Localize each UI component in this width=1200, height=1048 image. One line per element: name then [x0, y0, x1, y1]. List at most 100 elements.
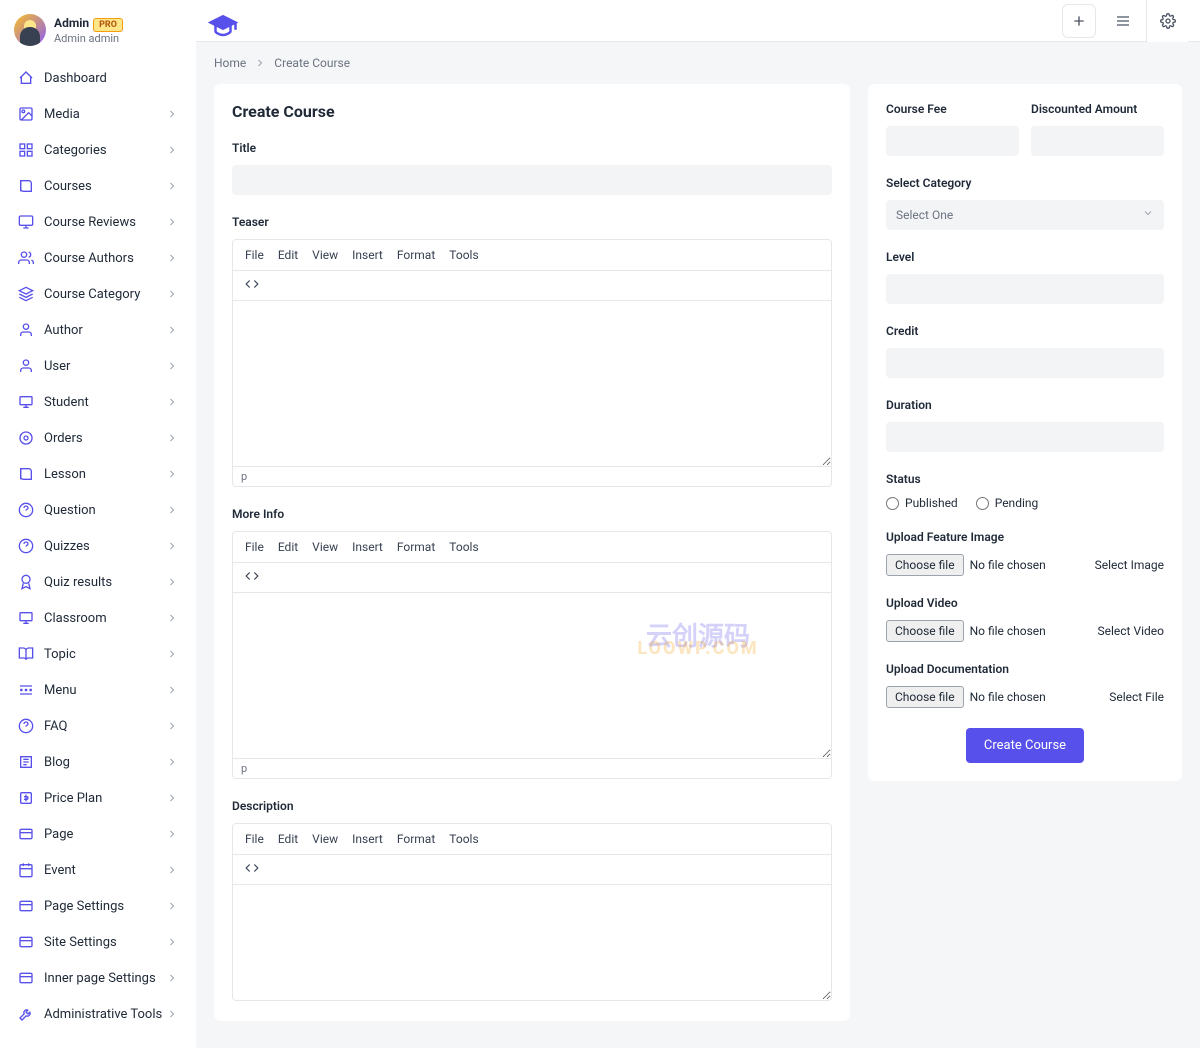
- chevron-right-icon: [166, 720, 178, 732]
- editor-menu-file[interactable]: File: [245, 540, 264, 554]
- sidebar-item-label: Price Plan: [44, 791, 102, 806]
- select-video-link[interactable]: Select Video: [1098, 624, 1165, 638]
- source-code-icon[interactable]: [245, 572, 259, 586]
- award-icon: [18, 574, 34, 590]
- editor-menu-insert[interactable]: Insert: [352, 248, 383, 262]
- editor-status: p: [233, 466, 831, 486]
- sidebar-item-quiz-results[interactable]: Quiz results: [10, 566, 186, 598]
- sidebar-item-faq[interactable]: FAQ: [10, 710, 186, 742]
- editor-menu-view[interactable]: View: [312, 248, 338, 262]
- level-input[interactable]: [886, 274, 1164, 304]
- source-code-icon[interactable]: [245, 280, 259, 294]
- sidebar-item-page[interactable]: Page: [10, 818, 186, 850]
- settings-button[interactable]: [1146, 0, 1188, 42]
- editor-menu-tools[interactable]: Tools: [449, 832, 478, 846]
- sidebar-item-user[interactable]: User: [10, 350, 186, 382]
- desc-editor: File Edit View Insert Format Tools: [232, 823, 832, 1001]
- home-icon: [18, 70, 34, 86]
- sidebar-item-label: Course Authors: [44, 251, 134, 266]
- sidebar-item-course-category[interactable]: Course Category: [10, 278, 186, 310]
- sidebar-item-lesson[interactable]: Lesson: [10, 458, 186, 490]
- choose-file-button[interactable]: Choose file: [886, 620, 964, 642]
- chevron-right-icon: [166, 252, 178, 264]
- status-pending[interactable]: Pending: [976, 496, 1039, 510]
- avatar[interactable]: [14, 14, 46, 46]
- sidebar-item-inner-page-settings[interactable]: Inner page Settings: [10, 962, 186, 994]
- editor-body[interactable]: [233, 885, 831, 1000]
- duration-label: Duration: [886, 398, 1164, 412]
- chevron-right-icon: [166, 900, 178, 912]
- submit-button[interactable]: Create Course: [966, 728, 1084, 763]
- chevron-right-icon: [166, 144, 178, 156]
- select-file-link[interactable]: Select File: [1109, 690, 1164, 704]
- sidebar-item-menu[interactable]: Menu: [10, 674, 186, 706]
- status-published[interactable]: Published: [886, 496, 958, 510]
- editor-menu-format[interactable]: Format: [397, 248, 435, 262]
- sidebar-item-student[interactable]: Student: [10, 386, 186, 418]
- sidebar-item-label: Lesson: [44, 467, 86, 482]
- sidebar-item-topic[interactable]: Topic: [10, 638, 186, 670]
- editor-menu-edit[interactable]: Edit: [278, 248, 298, 262]
- sidebar-item-price-plan[interactable]: Price Plan: [10, 782, 186, 814]
- editor-menu-edit[interactable]: Edit: [278, 540, 298, 554]
- sidebar-item-orders[interactable]: Orders: [10, 422, 186, 454]
- editor-menu-file[interactable]: File: [245, 832, 264, 846]
- category-select[interactable]: Select One: [886, 200, 1164, 230]
- present-icon: [18, 610, 34, 626]
- sidebar-item-dashboard[interactable]: Dashboard: [10, 62, 186, 94]
- title-label: Title: [232, 141, 832, 155]
- teaser-editor: File Edit View Insert Format Tools p: [232, 239, 832, 487]
- sidebar-item-author[interactable]: Author: [10, 314, 186, 346]
- sidebar-item-question[interactable]: Question: [10, 494, 186, 526]
- sidebar-item-label: Author: [44, 323, 83, 338]
- editor-menu-view[interactable]: View: [312, 832, 338, 846]
- credit-label: Credit: [886, 324, 1164, 338]
- sidebar-item-classroom[interactable]: Classroom: [10, 602, 186, 634]
- editor-body[interactable]: [233, 593, 831, 758]
- sidebar-item-blog[interactable]: Blog: [10, 746, 186, 778]
- disc-input[interactable]: [1031, 126, 1164, 156]
- editor-menu-edit[interactable]: Edit: [278, 832, 298, 846]
- sidebar-item-categories[interactable]: Categories: [10, 134, 186, 166]
- chevron-right-icon: [166, 612, 178, 624]
- sidebar-item-media[interactable]: Media: [10, 98, 186, 130]
- moreinfo-editor: FileEditViewInsertFormatTools p: [232, 531, 832, 779]
- editor-menu-insert[interactable]: Insert: [352, 832, 383, 846]
- editor-toolbar: [233, 563, 831, 593]
- editor-menu-view[interactable]: View: [312, 540, 338, 554]
- credit-input[interactable]: [886, 348, 1164, 378]
- sidebar-item-page-settings[interactable]: Page Settings: [10, 890, 186, 922]
- choose-file-button[interactable]: Choose file: [886, 554, 964, 576]
- sidebar-item-course-authors[interactable]: Course Authors: [10, 242, 186, 274]
- image-icon: [18, 106, 34, 122]
- chevron-right-icon: [166, 468, 178, 480]
- tools-icon: [18, 1006, 34, 1022]
- editor-menu-file[interactable]: File: [245, 248, 264, 262]
- sidebar-item-label: Course Reviews: [44, 215, 136, 230]
- sidebar-item-course-reviews[interactable]: Course Reviews: [10, 206, 186, 238]
- editor-menu-tools[interactable]: Tools: [449, 540, 478, 554]
- editor-menu-tools[interactable]: Tools: [449, 248, 478, 262]
- editor-menu-format[interactable]: Format: [397, 832, 435, 846]
- breadcrumb-home[interactable]: Home: [214, 56, 246, 70]
- duration-input[interactable]: [886, 422, 1164, 452]
- sidebar-item-event[interactable]: Event: [10, 854, 186, 886]
- editor-menu-format[interactable]: Format: [397, 540, 435, 554]
- editor-body[interactable]: [233, 301, 831, 466]
- editor-menu-insert[interactable]: Insert: [352, 540, 383, 554]
- select-image-link[interactable]: Select Image: [1095, 558, 1164, 572]
- sidebar-item-administrative-tools[interactable]: Administrative Tools: [10, 998, 186, 1030]
- sidebar-item-label: Inner page Settings: [44, 971, 156, 986]
- sidebar-item-site-settings[interactable]: Site Settings: [10, 926, 186, 958]
- menu-button[interactable]: [1106, 4, 1140, 38]
- title-input[interactable]: [232, 165, 832, 195]
- fee-label: Course Fee: [886, 102, 1019, 116]
- source-code-icon[interactable]: [245, 864, 259, 878]
- fee-input[interactable]: [886, 126, 1019, 156]
- choose-file-button[interactable]: Choose file: [886, 686, 964, 708]
- add-button[interactable]: [1062, 4, 1096, 38]
- sidebar-item-courses[interactable]: Courses: [10, 170, 186, 202]
- app-logo[interactable]: [208, 10, 238, 32]
- sidebar-item-quizzes[interactable]: Quizzes: [10, 530, 186, 562]
- user-box: AdminPRO Admin admin: [10, 14, 186, 46]
